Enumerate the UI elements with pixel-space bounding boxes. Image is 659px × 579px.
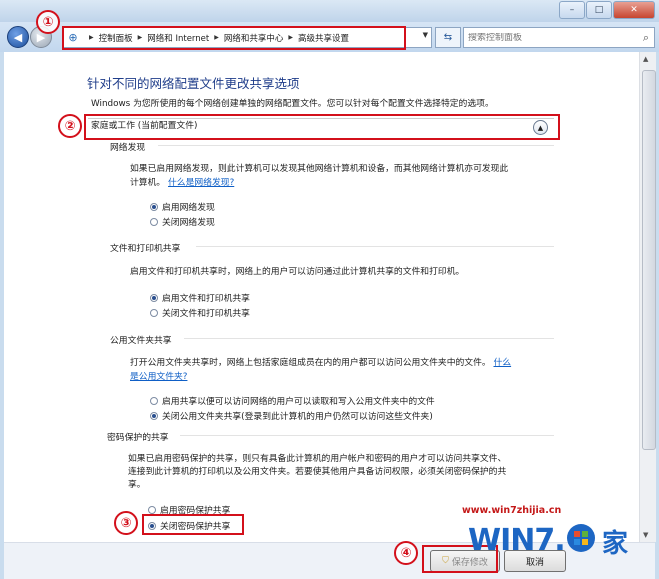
radio-label: 关闭文件和打印机共享: [162, 309, 250, 319]
title-bar: – □ ✕: [0, 0, 659, 22]
file-printer-description: 启用文件和打印机共享时，网络上的用户可以访问通过此计算机共享的文件和打印机。: [130, 267, 465, 277]
section-divider: [196, 246, 554, 247]
radio-label: 关闭网络发现: [162, 218, 215, 228]
password-description-line3: 享。: [128, 480, 146, 490]
profile-group-title: 家庭或工作 (当前配置文件): [91, 121, 198, 131]
collapse-chevron-icon[interactable]: ▲: [533, 120, 548, 135]
address-bar[interactable]: ⊕ ▶ 控制面板 ▶ 网络和 Internet ▶ 网络和共享中心 ▶ 高级共享…: [62, 27, 432, 48]
watermark-jia: 家: [602, 529, 629, 559]
radio-public-folder-off[interactable]: 关闭公用文件夹共享(登录到此计算机的用户仍然可以访问这些文件夹): [150, 409, 433, 422]
refresh-icon: ⇆: [443, 32, 453, 43]
radio-label: 启用密码保护共享: [160, 506, 231, 516]
radio-network-discovery-off[interactable]: 关闭网络发现: [150, 215, 215, 228]
navigation-bar: ◀ ▶ ⊕ ▶ 控制面板 ▶ 网络和 Internet ▶ 网络和共享中心 ▶ …: [0, 22, 659, 52]
public-folder-help-link-end[interactable]: 是公用文件夹?: [130, 372, 187, 382]
network-discovery-description: 如果已启用网络发现，则此计算机可以发现其他网络计算机和设备，而其他网络计算机亦可…: [130, 164, 509, 174]
radio-unselected-icon[interactable]: [150, 308, 158, 317]
watermark-url: www.win7zhijia.cn: [462, 505, 562, 516]
radio-network-discovery-on[interactable]: 启用网络发现: [150, 200, 215, 213]
radio-unselected-icon[interactable]: [150, 396, 158, 405]
section-title-network-discovery: 网络发现: [110, 143, 146, 153]
radio-password-sharing-off[interactable]: 关闭密码保护共享: [148, 519, 230, 532]
callout-4: ④: [394, 541, 418, 565]
callout-2: ②: [58, 114, 82, 138]
vertical-scrollbar[interactable]: ▲ ▼: [639, 52, 656, 542]
scroll-up-icon[interactable]: ▲: [643, 55, 648, 63]
windows-flag-icon: [567, 524, 595, 552]
radio-password-sharing-on[interactable]: 启用密码保护共享: [148, 503, 230, 516]
radio-selected-icon[interactable]: [148, 521, 156, 530]
close-button[interactable]: ✕: [613, 1, 655, 19]
radio-selected-icon[interactable]: [150, 202, 158, 211]
breadcrumb-network-internet[interactable]: 网络和 Internet: [147, 32, 209, 44]
public-folder-help-link[interactable]: 什么: [493, 358, 511, 368]
watermark-logo-text: WIN7.: [468, 523, 566, 558]
radio-label: 启用共享以便可以访问网络的用户可以读取和写入公用文件夹中的文件: [162, 397, 435, 407]
breadcrumb-separator-icon[interactable]: ▶: [89, 34, 94, 41]
public-folder-description-text: 打开公用文件夹共享时，网络上包括家庭组成员在内的用户都可以访问公用文件夹中的文件…: [130, 358, 491, 368]
radio-file-printer-on[interactable]: 启用文件和打印机共享: [150, 291, 250, 304]
control-panel-icon: ⊕: [68, 30, 78, 44]
section-title-public-folder-sharing: 公用文件夹共享: [110, 336, 172, 346]
section-divider: [184, 338, 554, 339]
network-discovery-description-end: 计算机。: [130, 178, 166, 188]
breadcrumb-separator-icon[interactable]: ▶: [214, 34, 219, 41]
radio-selected-icon[interactable]: [150, 411, 158, 420]
search-box[interactable]: ⌕: [463, 27, 655, 48]
section-divider: [158, 145, 554, 146]
public-folder-description: 打开公用文件夹共享时，网络上包括家庭组成员在内的用户都可以访问公用文件夹中的文件…: [130, 356, 511, 371]
radio-public-folder-on[interactable]: 启用共享以便可以访问网络的用户可以读取和写入公用文件夹中的文件: [150, 394, 435, 407]
radio-selected-icon[interactable]: [150, 293, 158, 302]
callout-3: ③: [114, 511, 138, 535]
section-title-file-printer-sharing: 文件和打印机共享: [110, 244, 181, 254]
search-icon[interactable]: ⌕: [643, 31, 649, 45]
search-input[interactable]: [468, 32, 628, 43]
page-subtitle: Windows 为您所使用的每个网络创建单独的网络配置文件。您可以针对每个配置文…: [91, 99, 494, 109]
breadcrumb-control-panel[interactable]: 控制面板: [99, 32, 133, 44]
network-discovery-description-cont: 计算机。 什么是网络发现?: [130, 176, 234, 191]
radio-label: 启用文件和打印机共享: [162, 294, 250, 304]
section-title-password-protected-sharing: 密码保护的共享: [107, 433, 169, 443]
scrollbar-thumb[interactable]: [642, 70, 656, 450]
address-dropdown-icon[interactable]: ▼: [423, 31, 428, 39]
back-button[interactable]: ◀: [7, 26, 29, 48]
radio-label: 关闭密码保护共享: [160, 522, 231, 532]
password-description-line2: 连接到此计算机的打印机以及公用文件夹。若要使其他用户具备访问权限，必须关闭密码保…: [128, 467, 507, 477]
radio-unselected-icon[interactable]: [150, 217, 158, 226]
section-divider: [180, 435, 554, 436]
network-discovery-help-link[interactable]: 什么是网络发现?: [168, 178, 234, 188]
watermark: www.win7zhijia.cn WIN7. 家: [462, 505, 652, 571]
radio-file-printer-off[interactable]: 关闭文件和打印机共享: [150, 306, 250, 319]
shield-icon: ⛉: [442, 556, 449, 566]
callout-1: ①: [36, 10, 60, 34]
breadcrumb-separator-icon[interactable]: ▶: [138, 34, 143, 41]
refresh-button[interactable]: ⇆: [435, 27, 461, 48]
radio-label: 关闭公用文件夹共享(登录到此计算机的用户仍然可以访问这些文件夹): [162, 412, 433, 422]
radio-label: 启用网络发现: [162, 203, 215, 213]
breadcrumb-separator-icon[interactable]: ▶: [288, 34, 293, 41]
breadcrumb-network-sharing-center[interactable]: 网络和共享中心: [224, 32, 284, 44]
maximize-button[interactable]: □: [586, 1, 612, 19]
window-controls: – □ ✕: [558, 1, 655, 19]
minimize-button[interactable]: –: [559, 1, 585, 19]
public-folder-help-link-cont[interactable]: 是公用文件夹?: [130, 370, 187, 385]
breadcrumb-advanced-sharing[interactable]: 高级共享设置: [298, 32, 349, 44]
page-title: 针对不同的网络配置文件更改共享选项: [87, 76, 300, 91]
profile-group-header[interactable]: 家庭或工作 (当前配置文件) ▲: [88, 118, 554, 137]
radio-unselected-icon[interactable]: [148, 505, 156, 514]
back-arrow-icon: ◀: [13, 30, 23, 44]
